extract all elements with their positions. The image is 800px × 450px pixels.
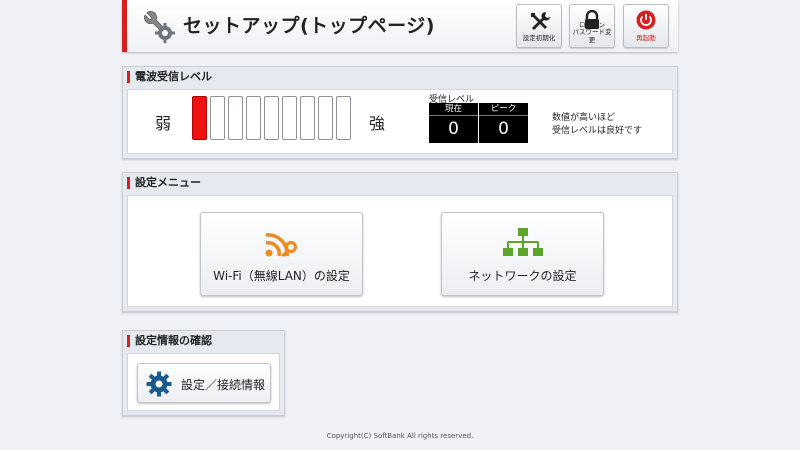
signal-bar <box>336 96 351 140</box>
copyright-text: Copyright(C) SoftBank All rights reserve… <box>326 432 474 440</box>
factory-reset-button[interactable]: 設定初期化 <box>516 4 562 48</box>
level-note: 数値が高いほど 受信レベルは良好です <box>552 112 642 138</box>
peak-level-box: ピーク 0 <box>479 103 528 143</box>
wifi-key-icon <box>265 233 297 257</box>
settings-menu-body: Wi-Fi（無線LAN）の設定 ネットワークの設定 <box>127 195 673 307</box>
current-level-box: 現在 0 <box>429 103 478 143</box>
tools-icon <box>531 12 550 30</box>
settings-info-panel: 設定情報の確認 設定／接続情報 <box>122 330 285 416</box>
peak-level-label: ピーク <box>479 103 528 116</box>
signal-bar <box>300 96 315 140</box>
network-tree-icon <box>502 228 543 256</box>
page-header: セットアップ(トップページ) 設定初期化 ログイン パスワード変更 再起動 <box>122 0 678 52</box>
gear-icon <box>146 371 172 397</box>
settings-info-body: 設定／接続情報 <box>127 353 280 411</box>
signal-bar <box>264 96 279 140</box>
network-settings-button[interactable]: ネットワークの設定 <box>441 212 604 296</box>
level-note-line1: 数値が高いほど <box>552 113 616 123</box>
login-password-label: ログイン パスワード変更 <box>572 20 612 44</box>
signal-bar <box>246 96 261 140</box>
connection-info-button[interactable]: 設定／接続情報 <box>137 363 271 403</box>
signal-level-heading: 電波受信レベル <box>123 67 677 87</box>
peak-level-value: 0 <box>498 119 509 139</box>
factory-reset-label: 設定初期化 <box>522 33 556 42</box>
current-level-value: 0 <box>448 119 459 139</box>
wifi-settings-label: Wi-Fi（無線LAN）の設定 <box>213 269 350 283</box>
signal-level-panel: 電波受信レベル 弱 強 受信レベル 現在 0 ピーク 0 数値が高いほど 受信レ… <box>122 66 678 159</box>
settings-info-heading: 設定情報の確認 <box>123 331 284 351</box>
signal-bar <box>210 96 225 140</box>
reboot-button[interactable]: 再起動 <box>623 4 669 48</box>
signal-bar <box>192 96 207 140</box>
page-title: セットアップ(トップページ) <box>183 15 435 37</box>
weak-label: 弱 <box>155 114 172 133</box>
power-icon <box>636 10 656 30</box>
reboot-label: 再起動 <box>636 33 656 42</box>
signal-bars <box>192 96 354 140</box>
strong-label: 強 <box>369 114 386 133</box>
network-settings-label: ネットワークの設定 <box>468 269 577 283</box>
level-note-line2: 受信レベルは良好です <box>552 126 643 136</box>
connection-info-label: 設定／接続情報 <box>181 378 266 392</box>
signal-bar <box>228 96 243 140</box>
wifi-settings-button[interactable]: Wi-Fi（無線LAN）の設定 <box>200 212 363 296</box>
signal-bar <box>318 96 333 140</box>
current-level-label: 現在 <box>429 103 478 116</box>
settings-menu-panel: 設定メニュー Wi-Fi（無線LAN）の設定 ネットワークの設定 <box>122 172 678 312</box>
login-password-button[interactable]: ログイン パスワード変更 <box>569 4 615 48</box>
signal-level-body: 弱 強 受信レベル 現在 0 ピーク 0 数値が高いほど 受信レベルは良好です <box>127 89 673 154</box>
signal-bar <box>282 96 297 140</box>
settings-menu-heading: 設定メニュー <box>123 173 677 193</box>
wrench-gear-icon <box>144 11 175 43</box>
